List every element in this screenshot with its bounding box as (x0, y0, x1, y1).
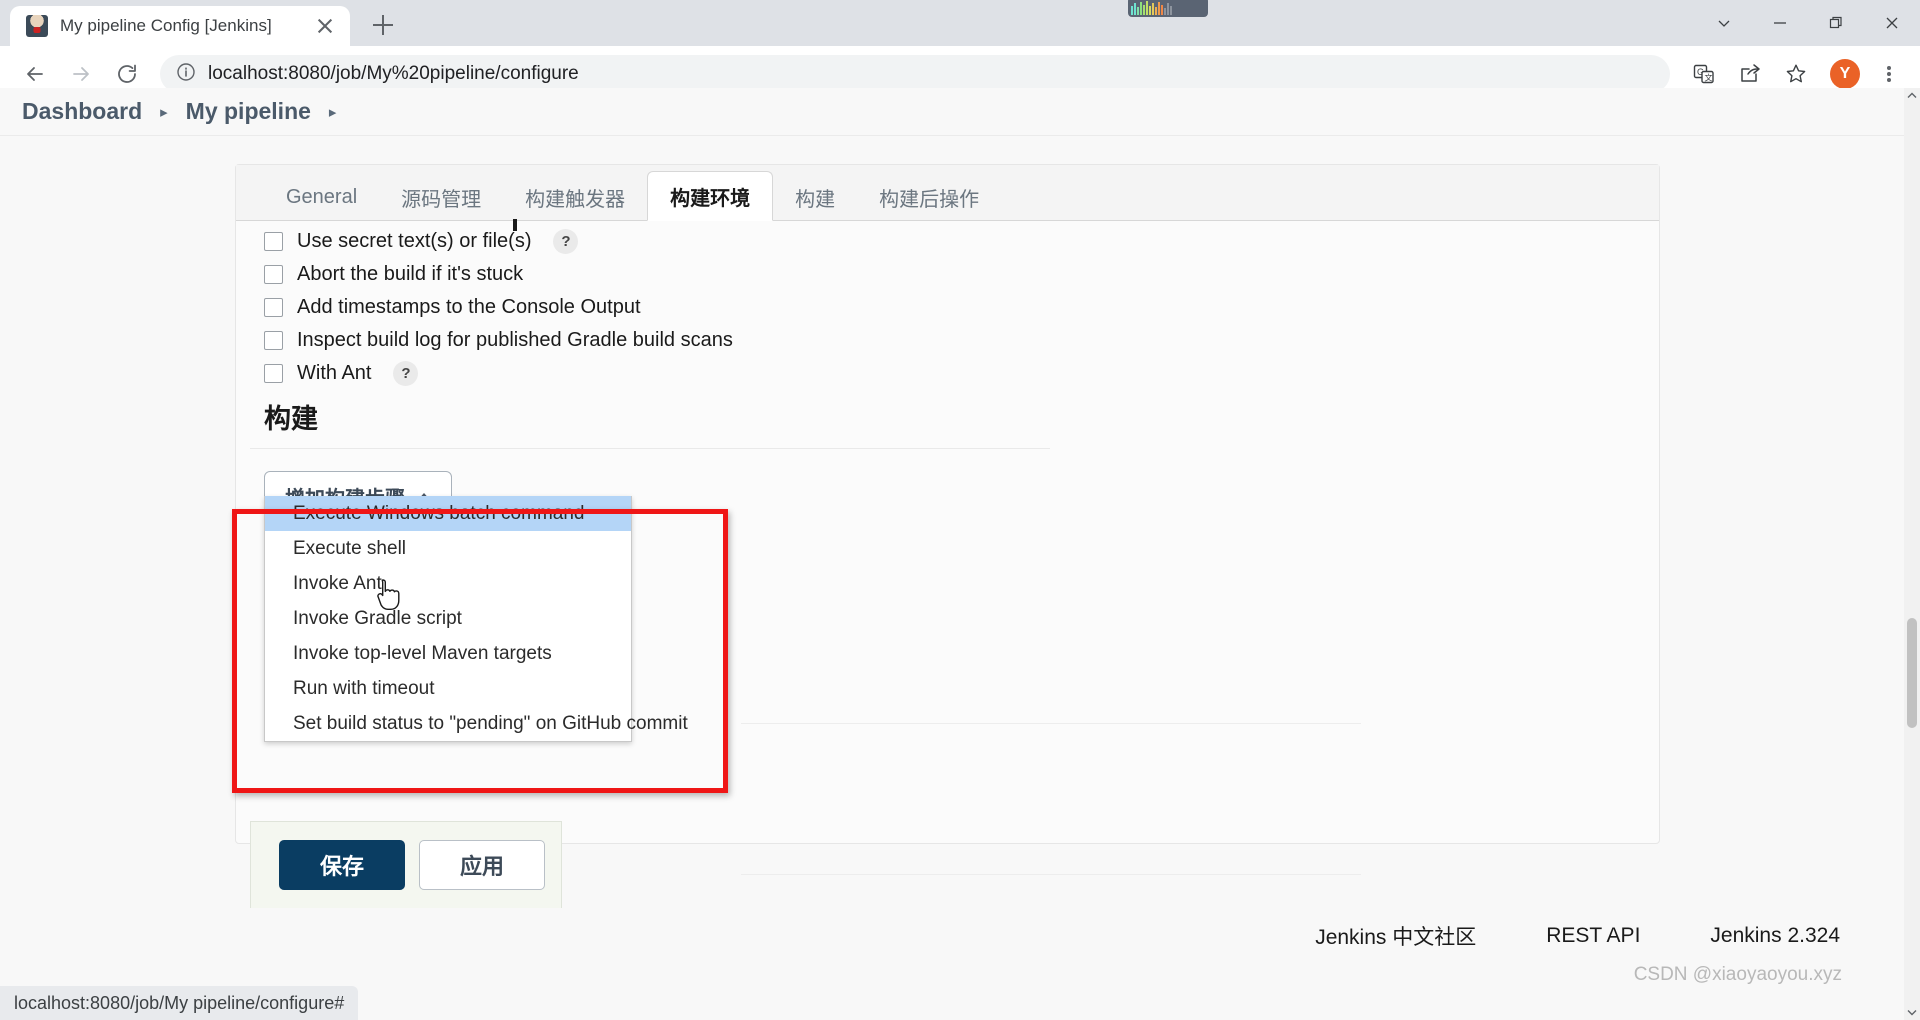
tab-general[interactable]: General (264, 174, 379, 220)
jenkins-page-footer: Jenkins 中文社区 REST API Jenkins 2.324 (0, 908, 1920, 964)
config-panel-body: Use secret text(s) or file(s) ? Abort th… (236, 219, 1659, 939)
main-content: General 源码管理 构建触发器 构建环境 构建 构建后操作 Use sec… (0, 136, 1920, 1016)
dropdown-item-run-with-timeout[interactable]: Run with timeout (265, 671, 631, 706)
breadcrumb-separator-icon-2: ▸ (328, 103, 337, 121)
scroll-up-arrow-icon[interactable] (1904, 88, 1920, 104)
config-tab-bar: General 源码管理 构建触发器 构建环境 构建 构建后操作 (236, 165, 1659, 221)
url-text: localhost:8080/job/My%20pipeline/configu… (208, 63, 579, 84)
minimize-icon[interactable] (1752, 0, 1808, 46)
page-viewport: Dashboard ▸ My pipeline ▸ General 源码管理 构… (0, 88, 1920, 1020)
dropdown-item-invoke-maven[interactable]: Invoke top-level Maven targets (265, 636, 631, 671)
checkbox-label-with-ant: With Ant (297, 362, 372, 384)
page-scrollbar[interactable] (1904, 88, 1920, 1020)
tab-build-triggers[interactable]: 构建触发器 (503, 174, 647, 220)
footer-jenkins-version[interactable]: Jenkins 2.324 (1710, 924, 1840, 948)
browser-status-bar: localhost:8080/job/My pipeline/configure… (0, 986, 359, 1020)
close-window-icon[interactable] (1864, 0, 1920, 46)
new-tab-button[interactable] (362, 4, 404, 46)
footer-link-community[interactable]: Jenkins 中文社区 (1315, 921, 1476, 951)
config-panel: General 源码管理 构建触发器 构建环境 构建 构建后操作 Use sec… (235, 164, 1660, 939)
checkbox-label-gradle-scans: Inspect build log for published Gradle b… (297, 329, 733, 351)
breadcrumb: Dashboard ▸ My pipeline ▸ (0, 88, 1920, 136)
profile-avatar[interactable]: Y (1830, 59, 1860, 89)
restore-icon[interactable] (1808, 0, 1864, 46)
breadcrumb-item-my-pipeline[interactable]: My pipeline (186, 98, 311, 125)
checkbox-gradle-scans[interactable] (264, 331, 283, 350)
checkbox-with-ant[interactable] (264, 364, 283, 383)
checkbox-row-abort-stuck[interactable]: Abort the build if it's stuck (264, 258, 1659, 291)
checkbox-row-with-ant[interactable]: With Ant ? (264, 357, 1659, 390)
site-info-icon[interactable] (176, 62, 196, 87)
tab-build-environment[interactable]: 构建环境 (647, 171, 774, 221)
svg-text:文: 文 (1705, 73, 1713, 83)
build-environment-options: Use secret text(s) or file(s) ? Abort th… (236, 221, 1659, 390)
jenkins-butler-icon (26, 15, 48, 37)
close-tab-icon[interactable] (312, 13, 338, 39)
browser-tab[interactable]: My pipeline Config [Jenkins] (10, 6, 350, 46)
checkbox-timestamps[interactable] (264, 298, 283, 317)
checkbox-label-timestamps: Add timestamps to the Console Output (297, 296, 641, 318)
breadcrumb-separator-icon: ▸ (160, 103, 168, 121)
tab-title: My pipeline Config [Jenkins] (60, 16, 272, 35)
checkbox-label-use-secret: Use secret text(s) or file(s) (297, 230, 532, 252)
form-buttons: 保存 应用 (251, 822, 561, 890)
tab-build[interactable]: 构建 (773, 174, 857, 220)
save-button[interactable]: 保存 (279, 840, 405, 890)
footer-link-rest-api[interactable]: REST API (1546, 924, 1640, 948)
dropdown-item-execute-shell[interactable]: Execute shell (265, 531, 631, 566)
build-section: 构建 增加构建步骤 Execute Windows batch command … (250, 391, 1350, 939)
tab-post-build-actions[interactable]: 构建后操作 (857, 174, 1001, 220)
dropdown-item-invoke-ant[interactable]: Invoke Ant (265, 566, 631, 601)
dropdown-item-execute-windows-batch[interactable]: Execute Windows batch command (265, 496, 631, 531)
tab-source-management[interactable]: 源码管理 (379, 174, 503, 220)
apply-button[interactable]: 应用 (419, 840, 545, 890)
window-controls (1696, 0, 1920, 46)
dropdown-item-invoke-gradle[interactable]: Invoke Gradle script (265, 601, 631, 636)
scrollbar-thumb[interactable] (1907, 618, 1917, 728)
browser-titlebar: My pipeline Config [Jenkins] (0, 0, 1920, 46)
section-divider-2 (741, 874, 1361, 875)
audio-equalizer-widget (1128, 0, 1208, 17)
build-step-dropdown[interactable]: Execute Windows batch command Execute sh… (264, 496, 688, 742)
clipped-text-artifact (513, 219, 517, 231)
checkbox-row-timestamps[interactable]: Add timestamps to the Console Output (264, 291, 1659, 324)
build-section-title: 构建 (250, 391, 1050, 449)
checkbox-label-abort-stuck: Abort the build if it's stuck (297, 263, 524, 285)
help-icon-with-ant[interactable]: ? (393, 361, 419, 386)
checkbox-use-secret[interactable] (264, 232, 283, 251)
dropdown-item-set-build-status-pending[interactable]: Set build status to "pending" on GitHub … (265, 706, 688, 741)
browser-window: My pipeline Config [Jenkins] localhost:8… (0, 0, 1920, 1020)
scroll-down-arrow-icon[interactable] (1904, 1004, 1920, 1020)
checkbox-abort-stuck[interactable] (264, 265, 283, 284)
csdn-watermark: CSDN @xiaoyaoyou.xyz (1633, 964, 1842, 985)
checkbox-row-use-secret[interactable]: Use secret text(s) or file(s) ? (264, 225, 1659, 258)
breadcrumb-item-dashboard[interactable]: Dashboard (22, 98, 142, 125)
section-divider-1 (741, 723, 1361, 724)
chevron-down-icon[interactable] (1696, 0, 1752, 46)
checkbox-row-gradle-scans[interactable]: Inspect build log for published Gradle b… (264, 324, 1659, 357)
help-icon-use-secret[interactable]: ? (553, 229, 579, 254)
